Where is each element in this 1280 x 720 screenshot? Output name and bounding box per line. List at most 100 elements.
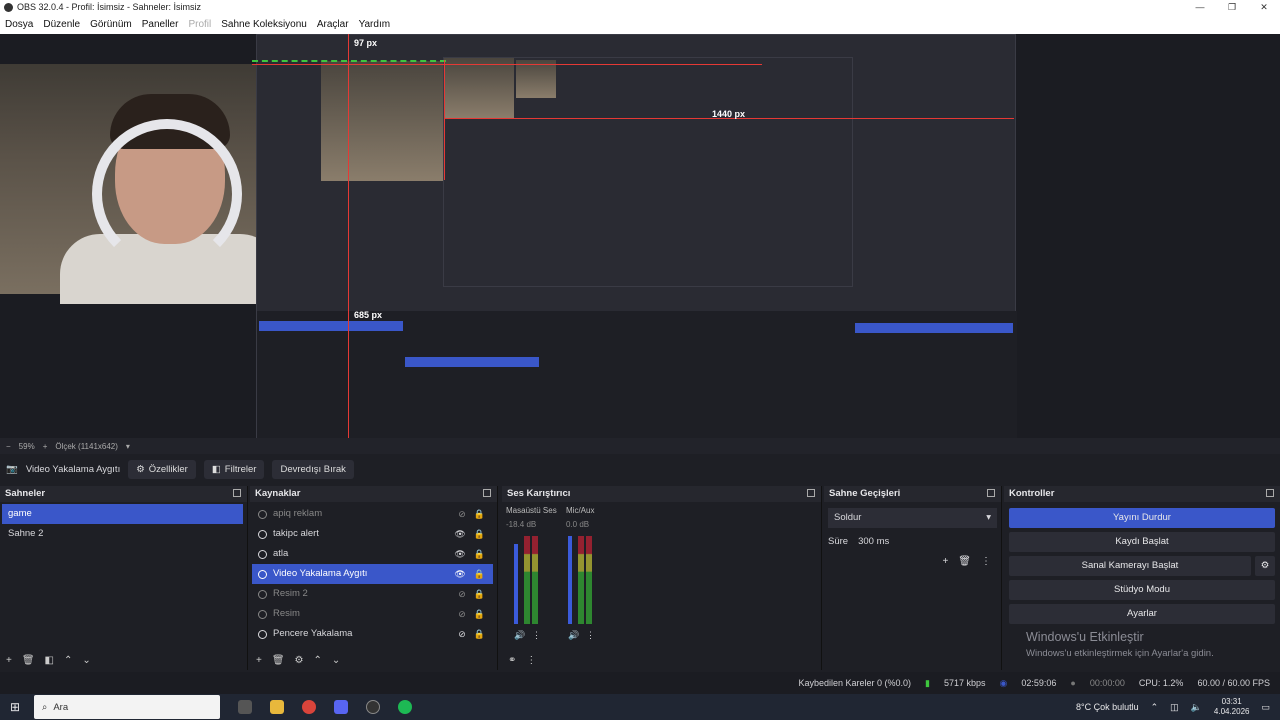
scale-label[interactable]: Ölçek (1141x642) [55,442,118,451]
filter-icon[interactable]: ◧ [45,655,54,666]
discord-icon[interactable] [334,700,348,714]
volume-fader[interactable] [514,544,518,624]
weather[interactable]: 8°C Çok bulutlu [1076,702,1139,712]
menu-gorunum[interactable]: Görünüm [90,19,132,30]
link-icon[interactable]: ⚭ [508,655,516,666]
source-item[interactable]: takipc alert 👁 🔒 [252,524,493,544]
dock-icon[interactable] [1266,489,1274,497]
lock-icon[interactable]: 🔒 [474,604,485,624]
menu-araclar[interactable]: Araçlar [317,19,349,30]
start-recording-button[interactable]: Kaydı Başlat [1009,532,1275,552]
trash-icon[interactable]: 🗑 [272,655,285,666]
menu-yardim[interactable]: Yardım [359,19,391,30]
settings-button[interactable]: Ayarlar [1009,604,1275,624]
eye-icon[interactable]: 👁 [454,544,465,564]
volume-fader[interactable] [568,536,572,624]
eye-off-icon[interactable]: ⊘ [458,504,466,524]
dock-icon[interactable] [233,489,241,497]
transition-select[interactable]: Soldur ▾ [828,508,997,528]
taskbar-search[interactable]: ⌕ Ara [34,695,220,719]
studio-mode-button[interactable]: Stüdyo Modu [1009,580,1275,600]
menu-sahne-koleksiyonu[interactable]: Sahne Koleksiyonu [221,19,307,30]
source-item[interactable]: Resim 2 ⊘ 🔒 [252,584,493,604]
lock-icon[interactable]: 🔒 [474,544,485,564]
more-icon[interactable]: ⋮ [526,655,536,666]
tray-chevron-icon[interactable]: ⌃ [1151,702,1159,713]
lock-icon[interactable]: 🔒 [474,624,485,644]
menu-dosya[interactable]: Dosya [5,19,33,30]
eye-icon[interactable]: 👁 [454,564,465,584]
source-item[interactable]: apiq reklam ⊘ 🔒 [252,504,493,524]
menu-paneller[interactable]: Paneller [142,19,179,30]
minimize-button[interactable]: — [1184,0,1216,14]
lock-icon[interactable]: 🔒 [474,524,485,544]
obs-icon[interactable] [366,700,380,714]
menu-profil[interactable]: Profil [188,19,211,30]
scene-item[interactable]: game [2,504,243,524]
search-icon: ⌕ [42,701,48,713]
more-icon[interactable]: ⋮ [532,630,541,641]
virtual-camera-button[interactable]: Sanal Kamerayı Başlat [1009,556,1251,576]
gear-icon[interactable]: ⚙ [1255,556,1275,576]
source-label: Resim 2 [273,588,308,599]
source-item[interactable]: Resim ⊘ 🔒 [252,604,493,624]
eye-icon[interactable]: 👁 [454,524,465,544]
add-icon[interactable]: + [256,655,262,666]
move-up-icon[interactable]: ⌃ [314,655,322,666]
source-toolbar: 📷 Video Yakalama Aygıtı ⚙ Özellikler ◧ Fil… [0,456,1280,482]
speaker-icon[interactable]: 🔊 [514,630,525,641]
spotify-icon[interactable] [398,700,412,714]
dock-icon[interactable] [483,489,491,497]
lock-icon[interactable]: 🔒 [474,564,485,584]
zoom-in-button[interactable]: + [43,442,48,451]
move-up-icon[interactable]: ⌃ [64,655,72,666]
move-down-icon[interactable]: ⌄ [82,655,90,666]
stop-stream-button[interactable]: Yayını Durdur [1009,508,1275,528]
source-actions: 👁 🔒 [454,524,485,544]
deactivate-button[interactable]: Devredışı Bırak [272,459,354,479]
volume-icon[interactable]: 🔈 [1191,702,1202,713]
task-view-icon[interactable] [238,700,252,714]
preview-canvas[interactable]: 97 px 1440 px 685 px [0,34,1280,438]
file-explorer-icon[interactable] [270,700,284,714]
lock-icon[interactable]: 🔒 [474,584,485,604]
zoom-out-button[interactable]: − [6,442,11,451]
eye-off-icon[interactable]: ⊘ [458,604,466,624]
network-icon[interactable]: ◫ [1170,702,1179,713]
dock-icon[interactable] [807,489,815,497]
move-down-icon[interactable]: ⌄ [332,655,340,666]
guide-label-top: 97 px [354,38,378,48]
eye-off-icon[interactable]: ⊘ [458,584,466,604]
properties-button[interactable]: ⚙ Özellikler [128,459,196,479]
duration-input[interactable]: 300 ms [854,534,997,549]
source-item[interactable]: Pencere Yakalama ⊘ 🔒 [252,624,493,644]
chrome-icon[interactable] [302,700,316,714]
add-icon[interactable]: + [6,655,12,666]
mixer-title: Ses Karıştırıcı [507,488,571,499]
close-button[interactable]: ✕ [1248,0,1280,14]
filters-button[interactable]: ◧ Filtreler [203,459,265,479]
windows-start-icon[interactable]: ⊞ [10,700,20,714]
maximize-button[interactable]: ❐ [1216,0,1248,14]
gear-icon[interactable]: ⚙ [295,655,304,666]
source-item[interactable]: atla 👁 🔒 [252,544,493,564]
notification-icon[interactable]: ▭ [1261,702,1270,713]
more-icon[interactable]: ⋮ [981,556,991,567]
volume-meter [578,536,584,624]
zoom-level[interactable]: 59% [19,442,35,451]
clock[interactable]: 03:31 4.04.2026 [1214,697,1250,717]
menu-duzenle[interactable]: Düzenle [43,19,80,30]
browser-icon [258,529,267,539]
trash-icon[interactable]: 🗑 [22,655,35,666]
scene-item[interactable]: Sahne 2 [2,524,243,544]
more-icon[interactable]: ⋮ [586,630,595,641]
lock-icon[interactable]: 🔒 [474,504,485,524]
chevron-down-icon[interactable]: ▾ [126,442,130,451]
dock-icon[interactable] [987,489,995,497]
mixer-footer: ⚭ ⋮ [508,655,536,666]
source-item[interactable]: Video Yakalama Aygıtı 👁 🔒 [252,564,493,584]
trash-icon[interactable]: 🗑 [958,556,971,567]
speaker-icon[interactable]: 🔊 [568,630,579,641]
eye-off-icon[interactable]: ⊘ [458,624,466,644]
add-icon[interactable]: + [942,556,948,567]
